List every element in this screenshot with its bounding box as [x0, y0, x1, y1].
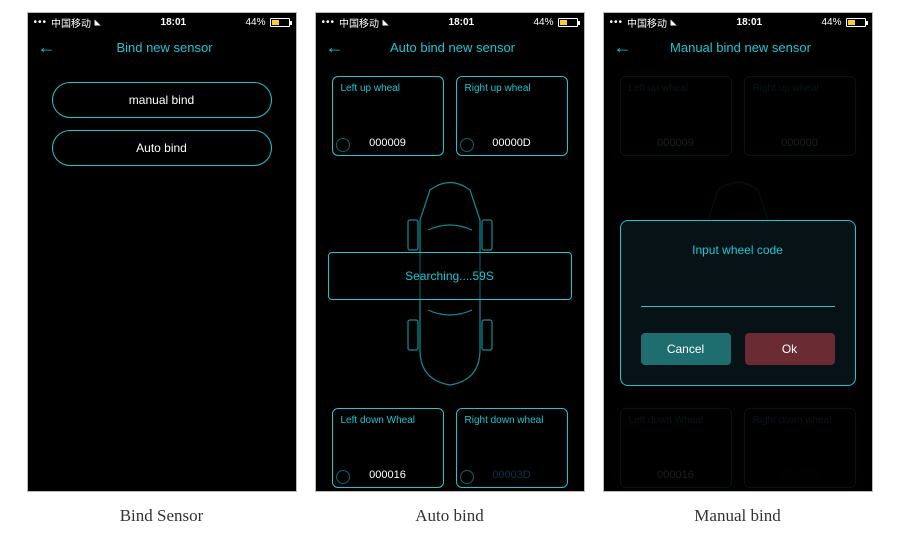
back-icon[interactable]: ← [614, 37, 632, 58]
auto-bind-button[interactable]: Auto bind [52, 130, 272, 166]
tire-icon [336, 470, 350, 484]
tire-icon [460, 470, 474, 484]
caption-bind: Bind Sensor [27, 506, 297, 526]
wheel-code: 000009 [341, 137, 435, 149]
wheel-code-input[interactable] [641, 283, 835, 307]
signal-icon [34, 17, 48, 28]
wheel-label: Right down wheal [465, 415, 559, 426]
wheel-code: 000016 [341, 469, 435, 481]
wheel-label: Right up wheal [465, 83, 559, 94]
status-time: 18:01 [101, 17, 245, 28]
wheel-box-left-down[interactable]: Left down Wheal 000016 [332, 408, 444, 488]
modal-title: Input wheel code [692, 243, 783, 257]
searching-text: Searching....59S [405, 269, 494, 283]
captions-row: Bind Sensor Auto bind Manual bind [12, 506, 887, 526]
app-header: ← Auto bind new sensor [316, 31, 584, 70]
carrier-label: 中国移动 [51, 15, 91, 30]
app-header: ← Manual bind new sensor [604, 31, 872, 70]
signal-icon [322, 17, 336, 28]
header-title: Auto bind new sensor [356, 40, 550, 55]
tire-icon [336, 138, 350, 152]
wheel-box-left-up[interactable]: Left up wheal 000009 [332, 76, 444, 156]
manual-bind-button[interactable]: manual bind [52, 82, 272, 118]
cancel-button[interactable]: Cancel [641, 333, 731, 365]
caption-auto: Auto bind [315, 506, 585, 526]
screen-manual-bind: 中国移动 18:01 44% ← Manual bind new sensor … [603, 12, 873, 492]
header-title: Manual bind new sensor [644, 40, 838, 55]
input-wheel-code-modal: Input wheel code Cancel Ok [620, 220, 856, 386]
battery-icon [558, 18, 578, 27]
tire-icon [460, 138, 474, 152]
screen-bind-sensor: 中国移动 18:01 44% ← Bind new sensor manual … [27, 12, 297, 492]
wheel-label: Left down Wheal [341, 415, 435, 426]
battery-pct: 44% [821, 17, 841, 28]
wheel-code: 00003D [465, 469, 559, 481]
status-time: 18:01 [677, 17, 821, 28]
battery-pct: 44% [533, 17, 553, 28]
carrier-label: 中国移动 [627, 15, 667, 30]
status-time: 18:01 [389, 17, 533, 28]
app-header: ← Bind new sensor [28, 31, 296, 70]
caption-manual: Manual bind [603, 506, 873, 526]
battery-pct: 44% [245, 17, 265, 28]
wheel-label: Left up wheal [341, 83, 435, 94]
status-bar: 中国移动 18:01 44% [316, 13, 584, 31]
searching-banner: Searching....59S [328, 252, 572, 300]
wheel-box-right-up[interactable]: Right up wheal 00000D [456, 76, 568, 156]
battery-icon [846, 18, 866, 27]
status-bar: 中国移动 18:01 44% [604, 13, 872, 31]
screen-auto-bind: 中国移动 18:01 44% ← Auto bind new sensor Le… [315, 12, 585, 492]
carrier-label: 中国移动 [339, 15, 379, 30]
signal-icon [610, 17, 624, 28]
header-title: Bind new sensor [68, 40, 262, 55]
back-icon[interactable]: ← [326, 37, 344, 58]
ok-button[interactable]: Ok [745, 333, 835, 365]
back-icon[interactable]: ← [38, 37, 56, 58]
status-bar: 中国移动 18:01 44% [28, 13, 296, 31]
wheel-code: 00000D [465, 137, 559, 149]
battery-icon [270, 18, 290, 27]
wheel-box-right-down[interactable]: Right down wheal 00003D [456, 408, 568, 488]
